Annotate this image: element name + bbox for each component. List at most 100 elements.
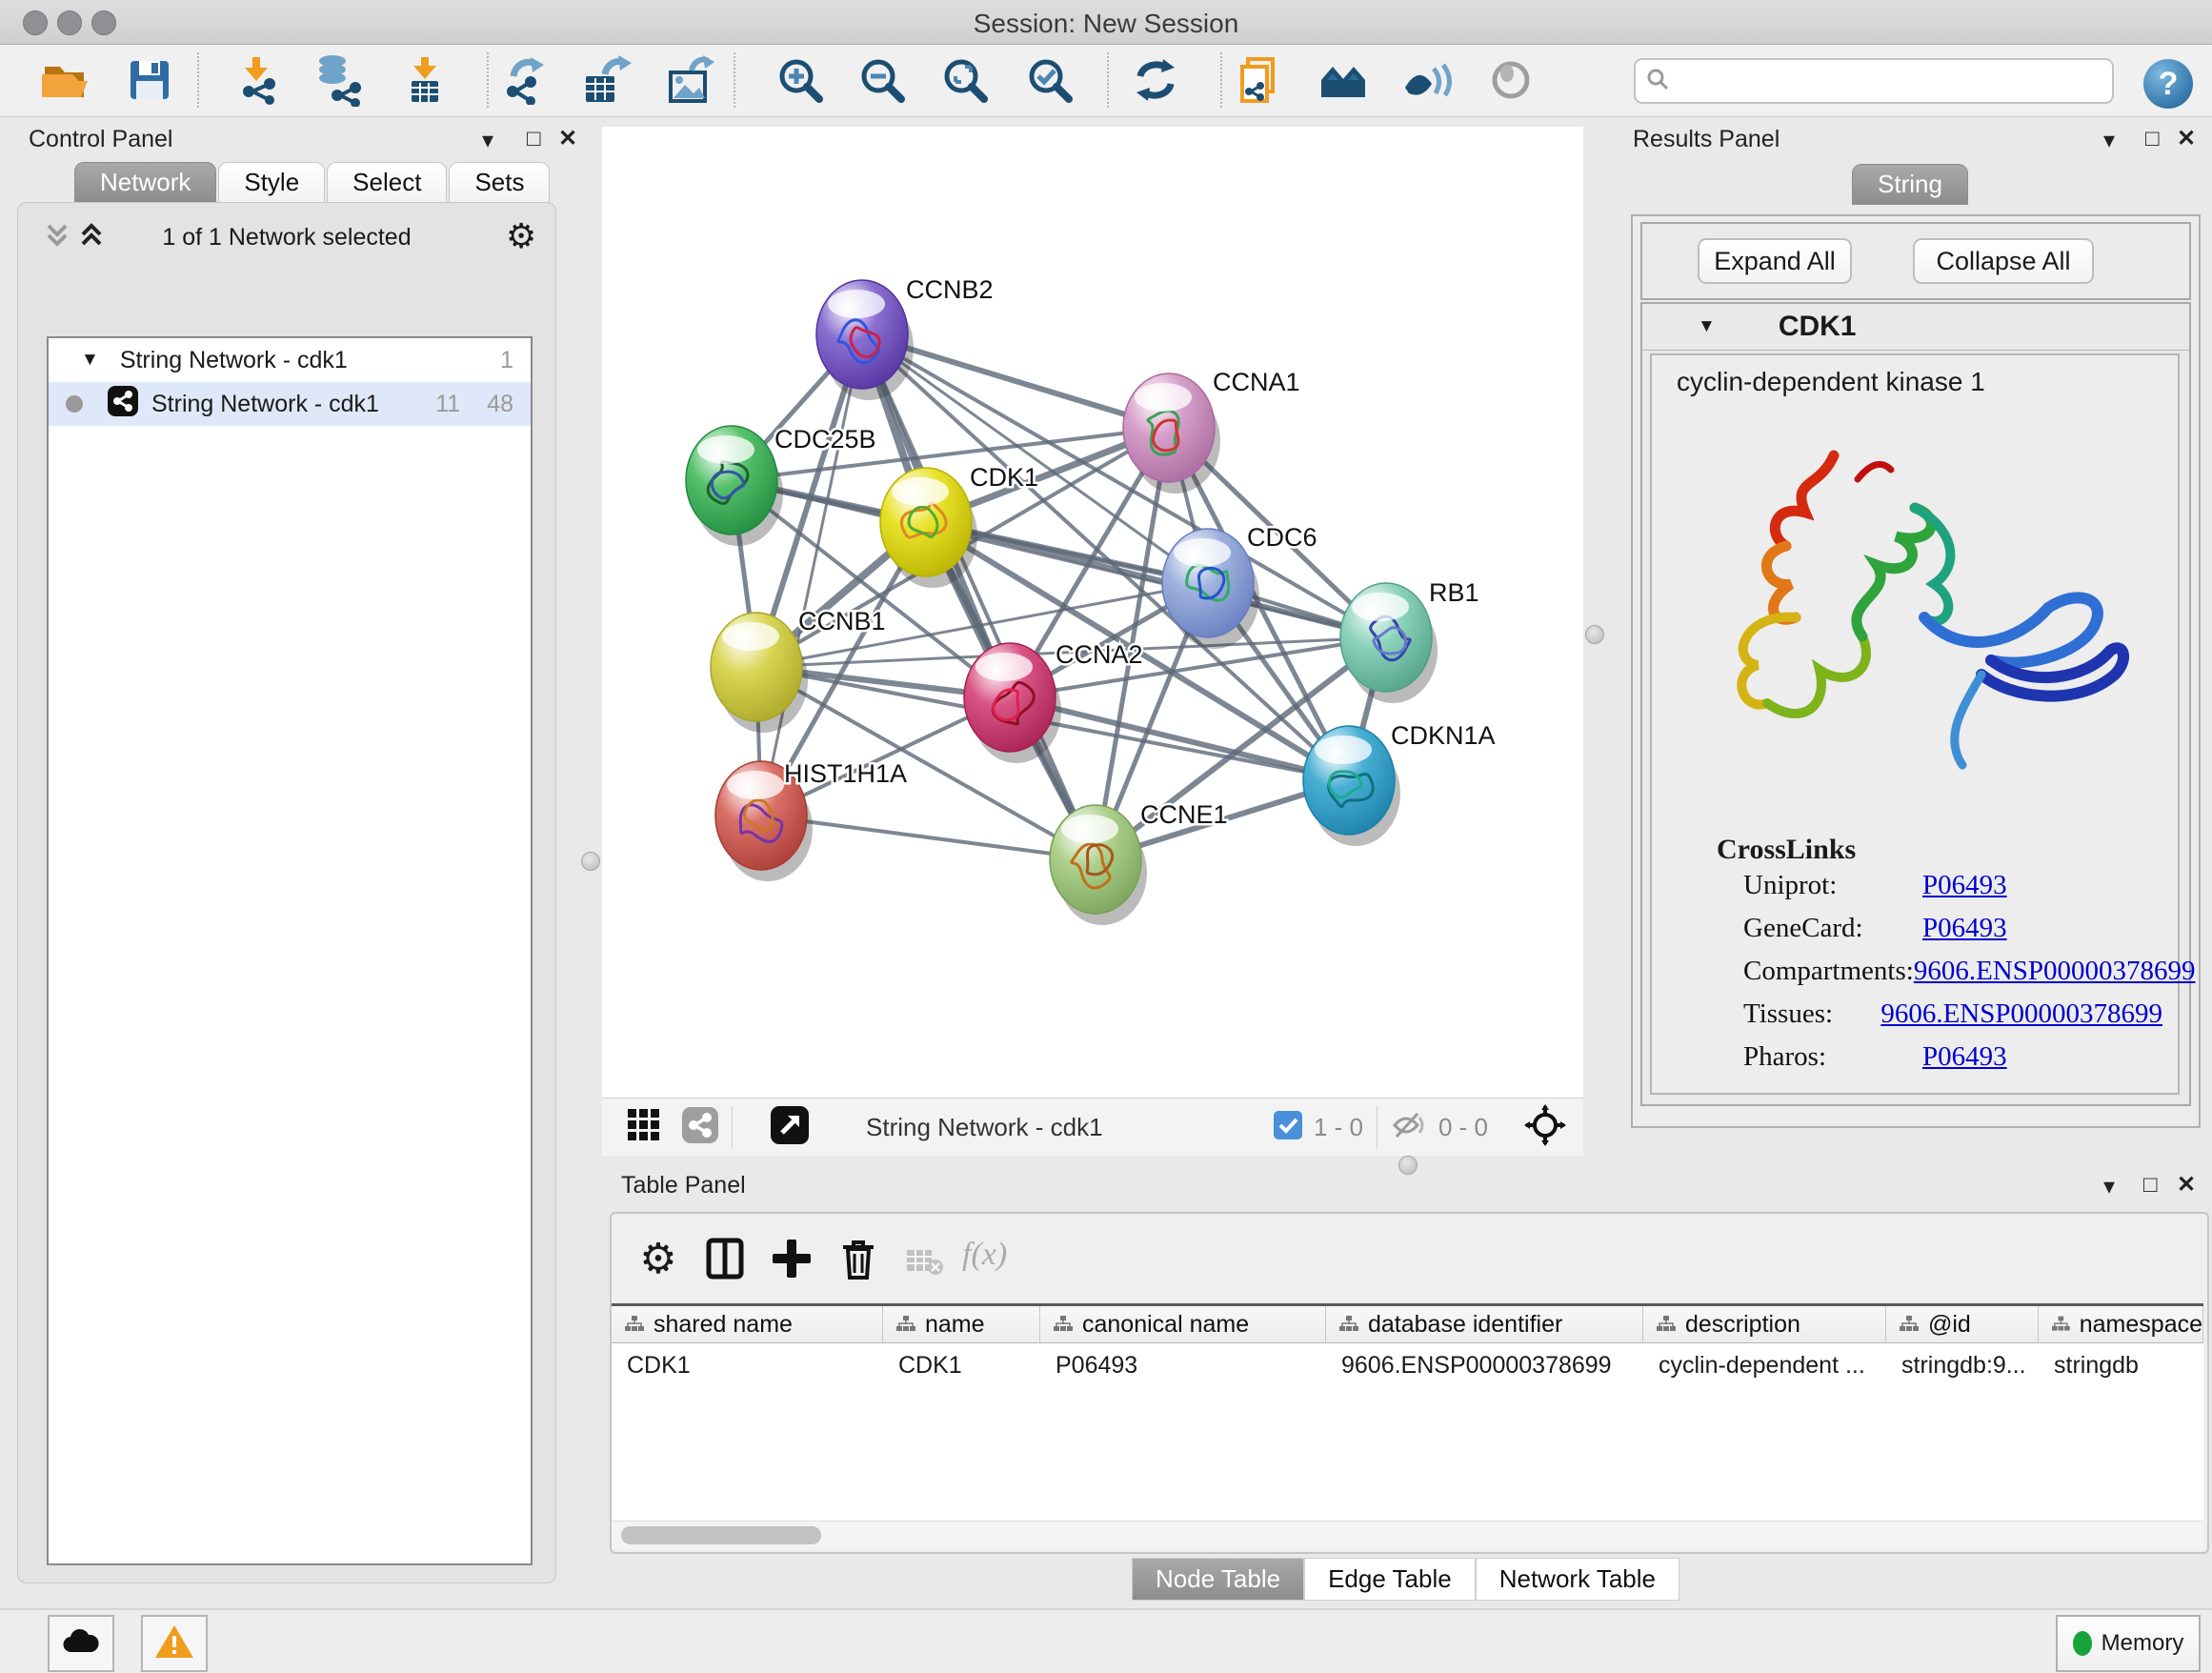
column-header-namespace[interactable]: namespace: [2039, 1306, 2203, 1342]
tab-node-table[interactable]: Node Table: [1132, 1558, 1304, 1601]
column-header-@id[interactable]: @id: [1886, 1306, 2039, 1342]
control-panel-close-icon[interactable]: ✕: [558, 128, 577, 151]
tab-edge-table[interactable]: Edge Table: [1304, 1558, 1476, 1601]
table-cell[interactable]: CDK1: [612, 1343, 883, 1387]
table-horizontal-scrollbar[interactable]: [612, 1521, 2203, 1549]
table-panel-maximize-icon[interactable]: □: [2143, 1174, 2158, 1197]
export-table-icon[interactable]: [580, 53, 633, 107]
protein-results-scroll-area[interactable]: ▼ CDK1 cyclin-dependent kinase 1: [1640, 302, 2191, 1106]
tab-select[interactable]: Select: [327, 162, 447, 203]
tab-sets[interactable]: Sets: [449, 162, 550, 203]
table-row[interactable]: CDK1CDK1P064939606.ENSP00000378699cyclin…: [612, 1343, 2203, 1387]
memory-button[interactable]: Memory: [2056, 1615, 2201, 1672]
save-session-icon[interactable]: [123, 53, 176, 107]
delete-column-icon[interactable]: [831, 1231, 886, 1286]
network-node-CDC6[interactable]: [1162, 529, 1259, 649]
network-graph[interactable]: CCNB2CCNA1CDC25BCDK1CDC6RB1CCNB1CCNA2CDK…: [602, 127, 1583, 1098]
table-settings-gear-icon[interactable]: ⚙: [631, 1231, 686, 1286]
crosslink-link[interactable]: P06493: [1922, 1041, 2007, 1073]
network-node-CDK1[interactable]: [880, 468, 977, 588]
network-row-selected[interactable]: String Network - cdk1 11 48: [49, 382, 531, 426]
network-node-CDKN1A[interactable]: [1303, 726, 1400, 846]
table-body[interactable]: CDK1CDK1P064939606.ENSP00000378699cyclin…: [612, 1343, 2203, 1521]
results-panel-maximize-icon[interactable]: □: [2145, 128, 2160, 151]
column-header-name[interactable]: name: [883, 1306, 1040, 1342]
results-panel-float-icon[interactable]: ▾: [2103, 130, 2115, 152]
tab-network[interactable]: Network: [74, 162, 216, 203]
column-header-database-identifier[interactable]: database identifier: [1326, 1306, 1643, 1342]
network-edge-CCNB2-HIST1H1A[interactable]: [761, 334, 862, 816]
table-cell[interactable]: stringdb:9...: [1886, 1343, 2039, 1387]
network-node-CCNB2[interactable]: [816, 280, 914, 400]
network-collection-row[interactable]: ▼ String Network - cdk1 1: [49, 338, 531, 382]
table-cell[interactable]: stringdb: [2039, 1343, 2203, 1387]
hidden-eye-icon[interactable]: [1391, 1110, 1429, 1145]
table-panel-close-icon[interactable]: ✕: [2177, 1174, 2196, 1197]
zoom-fit-icon[interactable]: [938, 53, 992, 107]
crosslink-row: Pharos:P06493: [1743, 1041, 2162, 1084]
cloud-button[interactable]: [48, 1615, 114, 1672]
string-badge-gray-icon[interactable]: [682, 1107, 718, 1148]
network-node-CCNA2[interactable]: [964, 643, 1061, 763]
crosshair-icon[interactable]: [1524, 1104, 1566, 1151]
warning-button[interactable]: [141, 1615, 208, 1672]
network-node-CCNA1[interactable]: [1123, 373, 1220, 494]
birds-eye-grid-icon[interactable]: [627, 1108, 661, 1147]
network-node-CDC25B[interactable]: [686, 426, 783, 546]
protein-expander-icon[interactable]: ▼: [1698, 316, 1716, 337]
table-header-row[interactable]: shared namenamecanonical namedatabase id…: [612, 1303, 2203, 1343]
expand-all-button[interactable]: Expand All: [1698, 238, 1852, 284]
control-panel-float-icon[interactable]: ▾: [482, 130, 493, 152]
help-button[interactable]: ?: [2143, 59, 2193, 109]
add-column-icon[interactable]: [764, 1231, 819, 1286]
search-box[interactable]: [1634, 58, 2114, 104]
crosslink-link[interactable]: P06493: [1922, 913, 2007, 944]
crosslink-link[interactable]: 9606.ENSP00000378699: [1880, 998, 2162, 1030]
scrollbar-thumb[interactable]: [621, 1526, 821, 1544]
crosslink-link[interactable]: P06493: [1922, 870, 2007, 901]
import-table-file-icon[interactable]: [398, 53, 452, 107]
network-view-canvas[interactable]: CCNB2CCNA1CDC25BCDK1CDC6RB1CCNB1CCNA2CDK…: [602, 127, 1583, 1098]
open-session-icon[interactable]: [38, 53, 91, 107]
control-panel-maximize-icon[interactable]: □: [527, 128, 541, 151]
column-header-canonical-name[interactable]: canonical name: [1040, 1306, 1326, 1342]
string-home-icon[interactable]: [1317, 53, 1371, 107]
export-image-icon[interactable]: [663, 53, 716, 107]
column-header-description[interactable]: description: [1643, 1306, 1886, 1342]
right-splitter-handle[interactable]: [1585, 625, 1604, 644]
open-external-arrow-icon[interactable]: [771, 1106, 809, 1149]
table-cell[interactable]: P06493: [1040, 1343, 1326, 1387]
tab-style[interactable]: Style: [218, 162, 325, 203]
zoom-in-icon[interactable]: [774, 53, 827, 107]
refresh-view-icon[interactable]: [1129, 53, 1182, 107]
network-options-gear-icon[interactable]: ⚙: [506, 216, 536, 256]
network-edge-CDK1-RB1[interactable]: [926, 522, 1386, 637]
results-panel-close-icon[interactable]: ✕: [2177, 128, 2196, 151]
tab-network-table[interactable]: Network Table: [1476, 1558, 1679, 1601]
open-documents-icon[interactable]: [1233, 53, 1286, 107]
collection-expander-icon[interactable]: ▼: [81, 350, 99, 371]
show-columns-icon[interactable]: [697, 1231, 753, 1286]
export-network-icon[interactable]: [498, 53, 552, 107]
crosslink-link[interactable]: 9606.ENSP00000378699: [1914, 956, 2196, 987]
import-network-file-icon[interactable]: [231, 53, 285, 107]
table-cell[interactable]: 9606.ENSP00000378699: [1326, 1343, 1643, 1387]
search-input[interactable]: [1679, 63, 2112, 99]
network-node-RB1[interactable]: [1340, 583, 1438, 703]
protein-section-header[interactable]: ▼ CDK1: [1642, 304, 2189, 351]
show-graphics-details-icon[interactable]: [1401, 53, 1455, 107]
collapse-all-button[interactable]: Collapse All: [1913, 238, 2094, 284]
table-cell[interactable]: CDK1: [883, 1343, 1040, 1387]
table-panel-float-icon[interactable]: ▾: [2103, 1176, 2115, 1199]
import-network-database-icon[interactable]: [312, 53, 365, 107]
zoom-out-icon[interactable]: [855, 53, 909, 107]
crosslink-row: GeneCard:P06493: [1743, 913, 2162, 956]
zoom-selected-icon[interactable]: [1023, 53, 1076, 107]
selected-checkbox-icon[interactable]: [1274, 1111, 1302, 1144]
tab-string[interactable]: String: [1852, 164, 1968, 205]
table-cell[interactable]: cyclin-dependent ...: [1643, 1343, 1886, 1387]
column-type-icon: [896, 1316, 915, 1333]
column-header-shared-name[interactable]: shared name: [612, 1306, 883, 1342]
left-splitter-handle[interactable]: [581, 852, 600, 871]
network-node-CCNE1[interactable]: [1050, 805, 1147, 925]
